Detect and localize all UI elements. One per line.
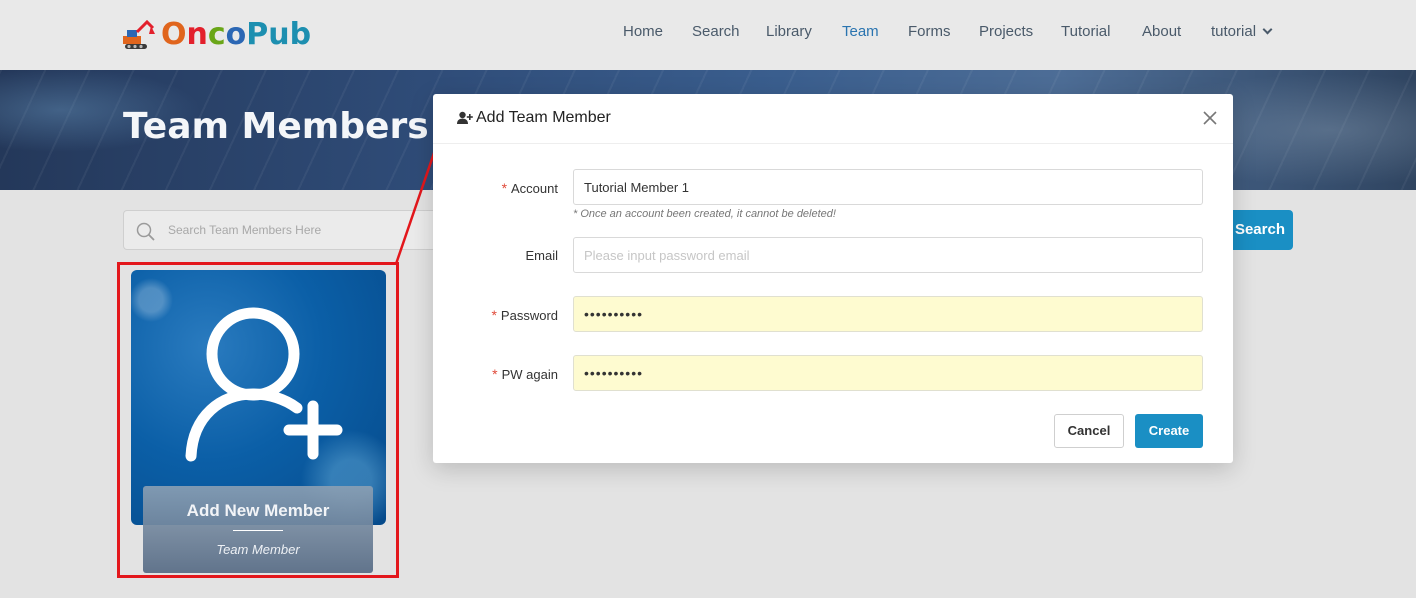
nav-tutorial[interactable]: Tutorial [1061, 22, 1110, 42]
top-navbar: OncoPub Home Search Library Team Forms P… [0, 0, 1416, 70]
add-team-member-modal: Add Team Member *Account * Once an accou… [433, 94, 1233, 463]
password-input[interactable] [573, 296, 1203, 332]
logo-text: OncoPub [161, 17, 312, 52]
nav-projects[interactable]: Projects [979, 22, 1033, 42]
highlight-annotation-box [117, 262, 399, 578]
account-label: * Account [502, 180, 558, 196]
nav-library[interactable]: Library [766, 22, 812, 42]
search-input[interactable] [168, 211, 428, 249]
nav-about[interactable]: About [1142, 22, 1181, 42]
cancel-button[interactable]: Cancel [1054, 414, 1124, 448]
chevron-down-icon [1262, 24, 1273, 35]
search-bar [123, 210, 443, 250]
password-label: * Password [491, 307, 558, 323]
email-label-text: Email [525, 248, 558, 263]
pw-again-label-text: PW again [501, 367, 558, 382]
modal-title: Add Team Member [476, 109, 611, 126]
required-marker: * [501, 180, 508, 196]
search-icon [136, 222, 155, 241]
oncopub-logo[interactable]: OncoPub [121, 16, 311, 54]
required-marker: * [491, 307, 497, 323]
pw-again-label: * PW again [492, 366, 558, 382]
excavator-icon [123, 19, 155, 49]
page-title: Team Members [123, 106, 429, 147]
create-button[interactable]: Create [1135, 414, 1203, 448]
email-label: Email [525, 248, 558, 263]
account-hint: * Once an account been created, it canno… [573, 208, 836, 220]
user-plus-icon [457, 111, 473, 124]
close-icon[interactable] [1202, 110, 1218, 126]
email-input[interactable] [573, 237, 1203, 273]
nav-search[interactable]: Search [692, 22, 740, 42]
modal-header: Add Team Member [433, 94, 1233, 144]
user-menu[interactable]: tutorial [1211, 22, 1273, 42]
account-input[interactable] [573, 169, 1203, 205]
nav-forms[interactable]: Forms [908, 22, 951, 42]
nav-team[interactable]: Team [842, 22, 879, 42]
password-label-text: Password [500, 308, 558, 323]
nav-home[interactable]: Home [623, 22, 663, 42]
pw-again-input[interactable] [573, 355, 1203, 391]
required-marker: * [492, 366, 498, 382]
user-menu-label: tutorial [1211, 23, 1257, 40]
account-label-text: Account [511, 181, 558, 196]
